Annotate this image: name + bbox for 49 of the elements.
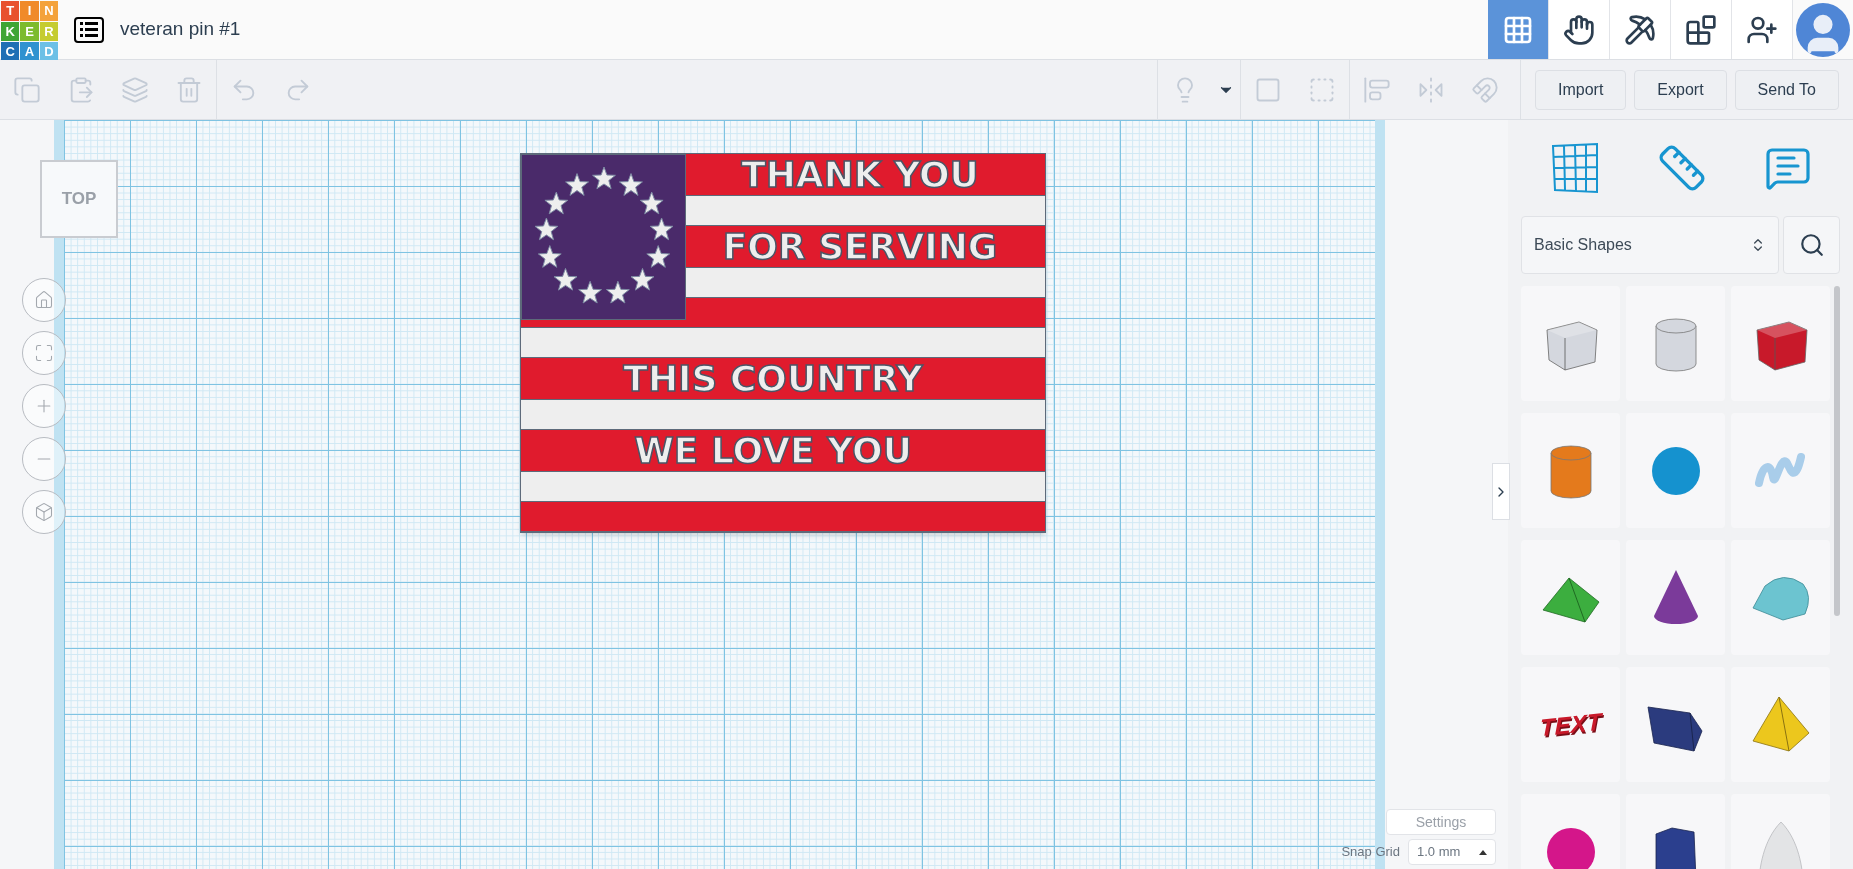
brick-view-tab[interactable] [1671,0,1732,59]
text-shape-label: TEXT [1539,706,1602,743]
shape-tile[interactable] [1521,540,1620,655]
shape-tile[interactable] [1626,413,1725,528]
shape-tile[interactable] [1731,540,1830,655]
model-text: FOR SERVING [721,228,999,265]
logo-letter: R [39,21,58,41]
shape-tile[interactable] [1626,286,1725,401]
settings-button[interactable]: Settings [1386,809,1496,835]
model-text: THIS COUNTRY [622,360,924,397]
shape-tile[interactable] [1731,413,1830,528]
shape-tile[interactable]: TEXT [1521,667,1620,782]
shape-tile[interactable] [1626,540,1725,655]
pickaxe-view-tab[interactable] [1610,0,1671,59]
logo-letter: N [39,1,58,21]
perspective-cube-icon[interactable] [22,490,66,534]
logo-letter: A [20,42,39,62]
collapse-panel-button[interactable] [1492,463,1510,520]
menu-list-icon[interactable] [74,16,104,43]
toolbar-button[interactable]: Send To [1734,69,1839,110]
logo-letter: K [1,21,20,41]
shape-tile[interactable] [1521,413,1620,528]
snap-grid-dropdown[interactable]: 1.0 mm [1408,839,1496,865]
model-text: THANK YOU [740,156,980,193]
logo-letter: T [1,1,20,21]
toolbar-button[interactable]: Import [1535,69,1627,110]
logo-letter: E [20,21,39,41]
shape-tile[interactable] [1731,286,1830,401]
search-icon[interactable] [1783,216,1840,274]
shape-tile[interactable] [1626,667,1725,782]
home-icon[interactable] [22,278,66,322]
logo[interactable]: T I N K E R C A D [1,1,58,58]
logo-letter: I [20,1,39,21]
design-title[interactable]: veteran pin #1 [120,15,241,44]
zoom-out-icon[interactable] [22,437,66,481]
flag-model[interactable]: THANK YOU FOR SERVING THIS COUNTRY WE LOVE YOU [520,153,1046,533]
zoom-in-icon[interactable] [22,384,66,428]
toolbar-button[interactable]: Export [1634,69,1727,110]
fit-view-icon[interactable] [22,331,66,375]
shape-tile[interactable] [1731,667,1830,782]
shape-tile[interactable] [1521,286,1620,401]
pickaxe-icon [1624,13,1656,46]
add-user-view-tab[interactable] [1732,0,1793,59]
blocks-view-tab[interactable] [1549,0,1610,59]
shape-category-dropdown[interactable]: Basic Shapes [1521,216,1779,274]
model-text: WE LOVE YOU [633,432,913,469]
logo-letter: C [1,42,20,62]
snap-grid-label: Snap Grid [1341,843,1400,862]
scrollbar[interactable] [1834,286,1840,616]
